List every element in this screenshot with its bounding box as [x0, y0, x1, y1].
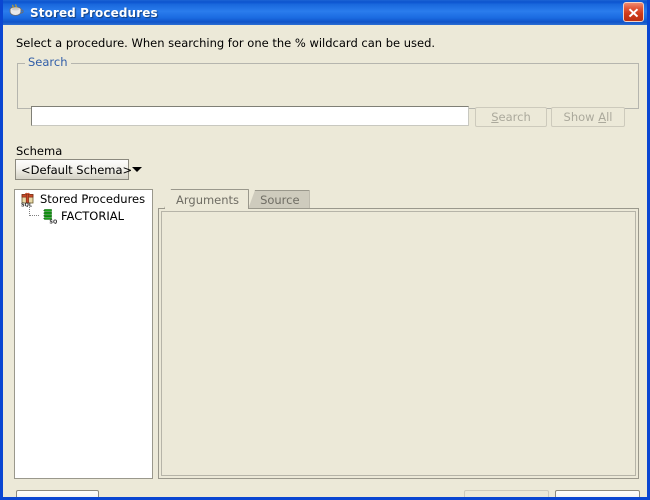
dialog-body: Select a procedure. When searching for o…	[3, 25, 647, 497]
arguments-table-area[interactable]	[161, 211, 636, 476]
close-icon	[628, 8, 639, 17]
cancel-button[interactable]: Cancel	[555, 490, 640, 498]
chevron-down-icon	[132, 167, 143, 172]
instruction-text: Select a procedure. When searching for o…	[16, 36, 436, 50]
sql-procedure-icon: SQL	[43, 208, 57, 224]
search-group-label: Search	[25, 56, 71, 68]
tab-arguments-label: Arguments	[176, 192, 240, 207]
schema-label: Schema	[16, 144, 63, 158]
tree-elbow-line	[25, 207, 41, 224]
search-button[interactable]: Search	[475, 107, 547, 127]
tab-source[interactable]: Source	[248, 190, 310, 209]
search-group-box: Search	[17, 56, 639, 109]
ok-button-label: OK	[498, 495, 515, 498]
help-button[interactable]: Help	[16, 490, 99, 498]
stored-procedures-dialog: Stored Procedures Select a procedure. Wh…	[0, 0, 650, 500]
cancel-button-label: Cancel	[578, 495, 617, 498]
tab-source-label: Source	[260, 193, 300, 207]
close-button[interactable]	[623, 2, 644, 22]
schema-combobox-value: <Default Schema>	[21, 162, 133, 177]
show-all-button[interactable]: Show All	[551, 107, 625, 127]
ok-button[interactable]: OK	[464, 490, 549, 498]
help-button-label: Help	[44, 495, 70, 498]
svg-text:SQL: SQL	[49, 219, 57, 224]
search-button-label: Search	[491, 110, 531, 124]
tree-node-label: Stored Procedures	[40, 191, 146, 206]
search-input[interactable]	[31, 106, 469, 126]
sql-package-icon: SQL	[21, 192, 34, 207]
svg-text:SQL: SQL	[21, 202, 33, 207]
schema-combobox[interactable]: <Default Schema>	[15, 159, 143, 180]
title-bar[interactable]: Stored Procedures	[3, 0, 647, 25]
tab-arguments[interactable]: Arguments	[164, 189, 250, 209]
coffee-cup-icon	[8, 4, 25, 21]
show-all-button-label: Show All	[563, 110, 613, 124]
tree-node-label: FACTORIAL	[61, 208, 124, 223]
tree-node-stored-procedures[interactable]: SQL Stored Procedures	[15, 190, 152, 207]
tree-node-factorial[interactable]: SQL FACTORIAL	[15, 207, 152, 224]
tab-content-arguments	[158, 208, 639, 479]
details-tab-panel: Arguments Source	[158, 189, 639, 479]
window-title: Stored Procedures	[30, 5, 158, 20]
tabstrip: Arguments Source	[158, 189, 639, 209]
stored-procedures-tree[interactable]: SQL Stored Procedures SQL FACTORIAL	[14, 189, 153, 479]
